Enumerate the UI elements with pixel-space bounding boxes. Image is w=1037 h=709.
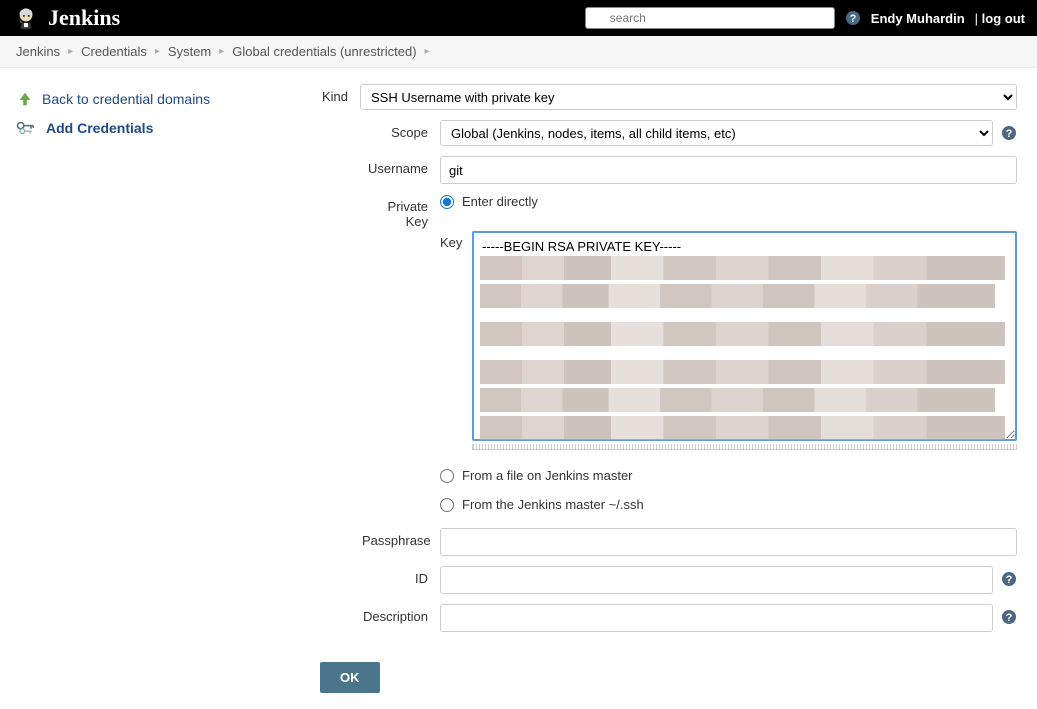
search-wrapper	[585, 7, 835, 29]
breadcrumb: Jenkins ▸ Credentials ▸ System ▸ Global …	[0, 36, 1037, 68]
label-id: ID	[362, 566, 440, 594]
radio-enter-directly[interactable]	[440, 195, 454, 209]
help-icon[interactable]: ?	[1001, 125, 1017, 141]
chevron-right-icon: ▸	[155, 46, 160, 57]
help-icon[interactable]: ?	[1001, 609, 1017, 625]
chevron-right-icon: ▸	[219, 46, 224, 57]
logo-text: Jenkins	[48, 5, 120, 31]
svg-text:?: ?	[849, 13, 856, 25]
radio-from-file-row: From a file on Jenkins master	[440, 468, 1017, 483]
user-name[interactable]: Endy Muhardin	[871, 11, 965, 26]
label-description: Description	[362, 604, 440, 632]
radio-from-ssh-row: From the Jenkins master ~/.ssh	[440, 497, 1017, 512]
logout-area: | log out	[975, 11, 1025, 26]
help-icon[interactable]: ?	[1001, 571, 1017, 587]
row-username: Username	[362, 156, 1017, 184]
input-description[interactable]	[440, 604, 993, 632]
sidebar-back-link[interactable]: Back to credential domains	[42, 91, 210, 107]
main-container: Back to credential domains Add Credentia…	[0, 68, 1037, 709]
label-private-key: Private Key	[362, 194, 440, 518]
select-scope[interactable]: Global (Jenkins, nodes, items, all child…	[440, 120, 993, 146]
help-icon[interactable]: ?	[845, 10, 861, 26]
label-kind: Kind	[320, 84, 360, 110]
svg-text:?: ?	[1006, 574, 1013, 586]
search-input[interactable]	[585, 7, 835, 29]
key-pair-icon	[16, 120, 38, 136]
chevron-right-icon: ▸	[425, 46, 430, 57]
row-description: Description ?	[362, 604, 1017, 632]
input-id[interactable]	[440, 566, 993, 594]
arrow-up-icon	[16, 90, 34, 108]
breadcrumb-item[interactable]: Jenkins	[16, 44, 60, 59]
label-passphrase: Passphrase	[362, 528, 440, 556]
sidebar-item-back[interactable]: Back to credential domains	[16, 84, 304, 114]
input-username[interactable]	[440, 156, 1017, 184]
radio-from-file-label: From a file on Jenkins master	[462, 468, 633, 483]
sidebar-add-credentials-link[interactable]: Add Credentials	[46, 120, 153, 136]
radio-enter-directly-label: Enter directly	[462, 194, 538, 209]
label-username: Username	[362, 156, 440, 184]
row-private-key: Private Key Enter directly Key -----BEGI…	[362, 194, 1017, 518]
label-scope: Scope	[362, 120, 440, 146]
sidebar: Back to credential domains Add Credentia…	[0, 68, 320, 709]
ok-button[interactable]: OK	[320, 662, 380, 693]
sidebar-item-add-credentials[interactable]: Add Credentials	[16, 114, 304, 142]
svg-text:?: ?	[1006, 128, 1013, 140]
select-kind[interactable]: SSH Username with private key	[360, 84, 1017, 110]
textarea-key[interactable]: -----BEGIN RSA PRIVATE KEY-----	[472, 231, 1017, 441]
main-form: Kind SSH Username with private key Scope…	[320, 68, 1037, 709]
logout-sep: |	[975, 11, 982, 26]
jenkins-logo-icon	[12, 4, 40, 32]
key-entry-section: Key -----BEGIN RSA PRIVATE KEY-----	[440, 231, 1017, 450]
svg-text:?: ?	[1006, 612, 1013, 624]
main-header: Jenkins ? Endy Muhardin | log out	[0, 0, 1037, 36]
label-key: Key	[440, 231, 472, 450]
textarea-resize-handle[interactable]	[472, 444, 1017, 450]
header-right: ? Endy Muhardin | log out	[585, 7, 1025, 29]
breadcrumb-item[interactable]: System	[168, 44, 211, 59]
chevron-right-icon: ▸	[68, 46, 73, 57]
row-passphrase: Passphrase	[362, 528, 1017, 556]
breadcrumb-item[interactable]: Global credentials (unrestricted)	[232, 44, 416, 59]
row-scope: Scope Global (Jenkins, nodes, items, all…	[362, 120, 1017, 146]
radio-enter-directly-row: Enter directly	[440, 194, 1017, 209]
logo[interactable]: Jenkins	[12, 4, 120, 32]
logout-link[interactable]: log out	[982, 11, 1025, 26]
radio-from-ssh[interactable]	[440, 498, 454, 512]
row-kind: Kind SSH Username with private key	[320, 84, 1017, 110]
input-passphrase[interactable]	[440, 528, 1017, 556]
row-id: ID ?	[362, 566, 1017, 594]
radio-from-file[interactable]	[440, 469, 454, 483]
breadcrumb-item[interactable]: Credentials	[81, 44, 147, 59]
radio-from-ssh-label: From the Jenkins master ~/.ssh	[462, 497, 644, 512]
